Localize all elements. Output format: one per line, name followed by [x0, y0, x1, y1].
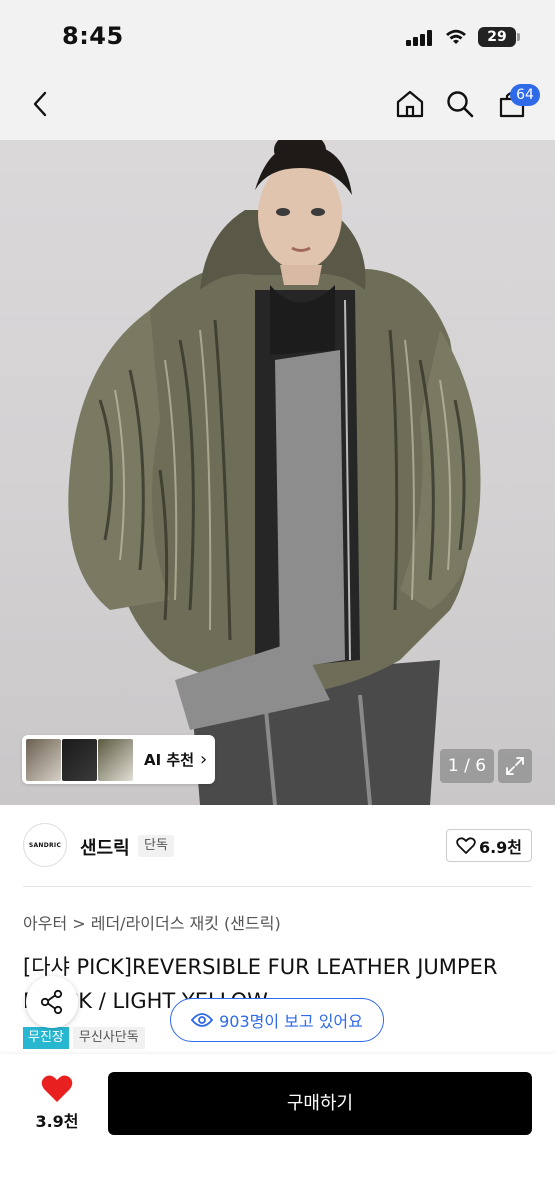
brand-like-button[interactable]: 6.9천: [446, 829, 532, 862]
expand-image-button[interactable]: [498, 749, 532, 783]
ai-thumbnail-2: [62, 738, 97, 781]
search-icon: [447, 91, 474, 118]
ai-thumbnail-3: [98, 738, 133, 781]
exclusive-badge: 단독: [138, 835, 174, 857]
brand-name[interactable]: 샌드릭: [80, 834, 130, 860]
live-viewers-text: 903명이 보고 있어요: [219, 1012, 363, 1031]
back-icon: [33, 91, 47, 117]
status-time: 8:45: [62, 22, 124, 50]
wifi-icon: [446, 29, 466, 44]
ai-thumbnail-1: [26, 738, 61, 781]
home-button[interactable]: [390, 82, 430, 126]
heart-icon[interactable]: [40, 1074, 74, 1104]
product-photo-illustration: [68, 140, 481, 805]
divider: [23, 886, 532, 887]
heart-outline-icon: [456, 836, 476, 854]
cellular-signal-icon: [406, 30, 434, 46]
favorite-count: 3.9천: [35, 1112, 79, 1131]
share-button[interactable]: [26, 976, 78, 1028]
search-button[interactable]: [440, 82, 480, 126]
status-bar: 8:45 29: [0, 0, 555, 68]
tag-musinsa-exclusive: 무신사단독: [72, 1027, 145, 1049]
chevron-right-icon: ›: [200, 749, 208, 770]
brand-logo[interactable]: SANDRIC: [23, 823, 67, 867]
ai-recommend-button[interactable]: AI 추천 ›: [22, 735, 215, 784]
live-viewers-pill: 903명이 보고 있어요: [170, 998, 384, 1042]
image-page-indicator: 1 / 6: [440, 749, 494, 783]
category-breadcrumb[interactable]: 아우터 > 레더/라이더스 재킷 (샌드릭): [23, 910, 281, 934]
ai-recommend-label: AI 추천: [144, 751, 195, 769]
home-icon: [396, 90, 424, 118]
eye-icon: [191, 1013, 214, 1027]
product-tags: 무진장 무신사단독: [23, 1027, 145, 1049]
cart-count-badge: 64: [510, 84, 540, 106]
expand-icon: [506, 757, 524, 775]
battery-tip: [517, 33, 520, 41]
nav-bar: [0, 68, 555, 140]
tag-mujinjang: 무진장: [23, 1027, 69, 1049]
buy-button[interactable]: 구매하기: [108, 1072, 532, 1135]
brand-like-count: 6.9천: [478, 837, 523, 857]
back-button[interactable]: [20, 82, 60, 126]
product-image[interactable]: [0, 140, 555, 805]
battery-icon: 29: [478, 27, 516, 47]
share-icon: [40, 989, 63, 1015]
